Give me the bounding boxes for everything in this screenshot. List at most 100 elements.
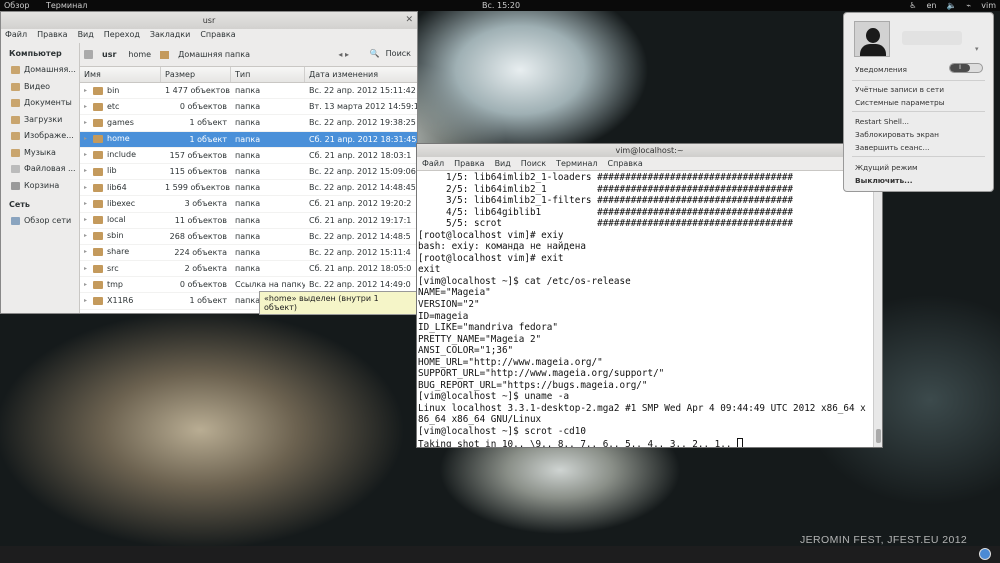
search-button[interactable]: 🔍 Поиск xyxy=(370,49,411,58)
menu-view[interactable]: Вид xyxy=(495,157,511,170)
app-menu-button[interactable]: Терминал xyxy=(40,0,93,11)
system-settings-item[interactable]: Системные параметры xyxy=(855,98,945,107)
file-name: libexec xyxy=(107,198,136,208)
menu-file[interactable]: Файл xyxy=(5,29,27,41)
menu-go[interactable]: Переход xyxy=(104,29,140,41)
sidebar-item-browse-network[interactable]: Обзор сети xyxy=(1,213,79,230)
sidebar-item-pictures[interactable]: Изображе... xyxy=(1,128,79,145)
expander-icon[interactable]: ▸ xyxy=(84,196,89,211)
column-size[interactable]: Размер xyxy=(161,67,231,82)
file-size: 11 объектов xyxy=(174,215,227,225)
online-accounts-item[interactable]: Учётные записи в сети xyxy=(855,85,944,94)
terminal-output[interactable]: 1/5: lib64imlib2_1-loaders #############… xyxy=(417,172,873,447)
table-row[interactable]: ▸ include 157 объектов папка Сб. 21 апр. 201… xyxy=(80,148,417,164)
expander-icon[interactable]: ▸ xyxy=(84,277,89,292)
table-row[interactable]: ▸ games 1 объект папка Вс. 22 апр. 2012 19:3… xyxy=(80,115,417,132)
expander-icon[interactable]: ▸ xyxy=(84,148,89,163)
expander-icon[interactable]: ▸ xyxy=(84,132,89,147)
column-name[interactable]: Имя xyxy=(80,67,161,82)
menu-help[interactable]: Справка xyxy=(608,157,643,170)
path-button-home-folder[interactable]: Домашняя папка xyxy=(175,48,253,61)
power-off-item[interactable]: Выключить... xyxy=(855,176,913,185)
sidebar-heading-computer: Компьютер xyxy=(9,49,62,58)
notification-icon[interactable] xyxy=(979,548,991,560)
sidebar-item-downloads[interactable]: Загрузки xyxy=(1,112,79,129)
column-date[interactable]: Дата изменения xyxy=(305,67,417,82)
terminal-line: SUPPORT_URL="http://www.mageia.org/suppo… xyxy=(418,368,665,380)
path-button-home[interactable]: home xyxy=(125,48,154,61)
restart-shell-item[interactable]: Restart Shell... xyxy=(855,117,909,126)
terminal-title[interactable]: vim@localhost:~ xyxy=(417,144,882,157)
lock-screen-item[interactable]: Заблокировать экран xyxy=(855,130,939,139)
file-type: папка xyxy=(235,231,261,241)
menu-file[interactable]: Файл xyxy=(422,157,444,170)
column-type[interactable]: Тип xyxy=(231,67,305,82)
expander-icon[interactable]: ▸ xyxy=(84,293,89,308)
folder-icon xyxy=(11,132,20,141)
menu-view[interactable]: Вид xyxy=(78,29,94,41)
sidebar-item-trash[interactable]: Корзина xyxy=(1,178,79,195)
expander-icon[interactable]: ▸ xyxy=(84,229,89,244)
table-row[interactable]: ▸ sbin 268 объектов папка Вс. 22 апр. 2012 1… xyxy=(80,229,417,245)
expander-icon[interactable]: ▸ xyxy=(84,115,89,130)
accessibility-icon[interactable]: ♿ xyxy=(909,0,916,11)
notifications-toggle[interactable]: I xyxy=(949,63,983,73)
sidebar-item-videos[interactable]: Видео xyxy=(1,79,79,96)
user-menu-button[interactable]: vim xyxy=(981,0,996,11)
network-icon[interactable]: ⌁ xyxy=(966,0,971,11)
expander-icon[interactable]: ▸ xyxy=(84,180,89,195)
drive-icon xyxy=(84,50,93,59)
expander-icon[interactable]: ▸ xyxy=(84,213,89,228)
terminal-line: ANSI_COLOR="1;36" xyxy=(418,345,514,357)
sidebar-item-music[interactable]: Музыка xyxy=(1,145,79,162)
volume-icon[interactable]: 🔈 xyxy=(946,0,956,11)
back-arrow-icon[interactable]: ◂ xyxy=(338,50,342,59)
expander-icon[interactable]: ▸ xyxy=(84,83,89,98)
log-out-item[interactable]: Завершить сеанс... xyxy=(855,143,930,152)
forward-arrow-icon[interactable]: ▸ xyxy=(345,50,349,59)
table-row[interactable]: ▸ home 1 объект папка Сб. 21 апр. 2012 18:31… xyxy=(80,131,417,148)
clock[interactable]: Вс. 15:20 xyxy=(482,0,520,11)
file-type: папка xyxy=(235,150,261,160)
expander-icon[interactable]: ▸ xyxy=(84,99,89,114)
folder-icon xyxy=(93,232,103,241)
sidebar-item-home[interactable]: Домашняя... xyxy=(1,62,79,79)
table-row[interactable]: ▸ lib 115 объектов папка Вс. 22 апр. 2012 15… xyxy=(80,164,417,181)
drive-icon xyxy=(11,165,20,174)
scrollbar-thumb[interactable] xyxy=(876,429,881,443)
menu-search[interactable]: Поиск xyxy=(521,157,546,170)
table-row[interactable]: ▸ share 224 объекта папка Вс. 22 апр. 2012 1… xyxy=(80,245,417,262)
menu-terminal[interactable]: Терминал xyxy=(556,157,597,170)
menu-bookmarks[interactable]: Закладки xyxy=(150,29,190,41)
folder-icon xyxy=(93,135,103,144)
table-row[interactable]: ▸ libexec 3 объекта папка Сб. 21 апр. 2012 1… xyxy=(80,196,417,213)
chevron-down-icon[interactable]: ▾ xyxy=(975,45,979,53)
table-row[interactable]: ▸ bin 1 477 объектов папка Вс. 22 апр. 2012 … xyxy=(80,83,417,100)
sidebar-item-filesystem[interactable]: Файловая ... xyxy=(1,161,79,178)
user-menu-popup: ▾ Уведомления I Учётные записи в сети Си… xyxy=(843,12,994,192)
sidebar-item-documents[interactable]: Документы xyxy=(1,95,79,112)
file-type: папка xyxy=(235,215,261,225)
activities-button[interactable]: Обзор xyxy=(4,0,29,11)
terminal-line: 3/5: lib64imlib2_1-filters #############… xyxy=(418,195,794,207)
table-row[interactable]: ▸ local 11 объектов папка Сб. 21 апр. 2012 1… xyxy=(80,213,417,229)
expander-icon[interactable]: ▸ xyxy=(84,245,89,260)
suspend-item[interactable]: Ждущий режим xyxy=(855,163,918,172)
path-button-usr[interactable]: usr xyxy=(99,48,119,61)
close-icon[interactable]: ✕ xyxy=(405,12,413,29)
file-name: include xyxy=(107,150,136,160)
table-row[interactable]: ▸ src 2 объекта папка Сб. 21 апр. 2012 18:05… xyxy=(80,261,417,278)
terminal-line: Linux localhost 3.3.1-desktop-2.mga2 #1 … xyxy=(418,402,866,414)
expander-icon[interactable]: ▸ xyxy=(84,261,89,276)
table-row[interactable]: ▸ lib64 1 599 объектов папка Вс. 22 апр. 201… xyxy=(80,180,417,197)
file-name: lib xyxy=(107,166,117,176)
menu-edit[interactable]: Правка xyxy=(454,157,484,170)
table-row[interactable]: ▸ etc 0 объектов папка Вт. 13 марта 2012 14:… xyxy=(80,99,417,116)
window-titlebar[interactable]: usr ✕ xyxy=(1,12,417,29)
terminal-scrollbar[interactable] xyxy=(873,172,882,447)
menu-help[interactable]: Справка xyxy=(200,29,235,41)
avatar[interactable] xyxy=(854,21,890,57)
keyboard-layout[interactable]: en xyxy=(926,0,936,11)
expander-icon[interactable]: ▸ xyxy=(84,164,89,179)
menu-edit[interactable]: Правка xyxy=(37,29,67,41)
